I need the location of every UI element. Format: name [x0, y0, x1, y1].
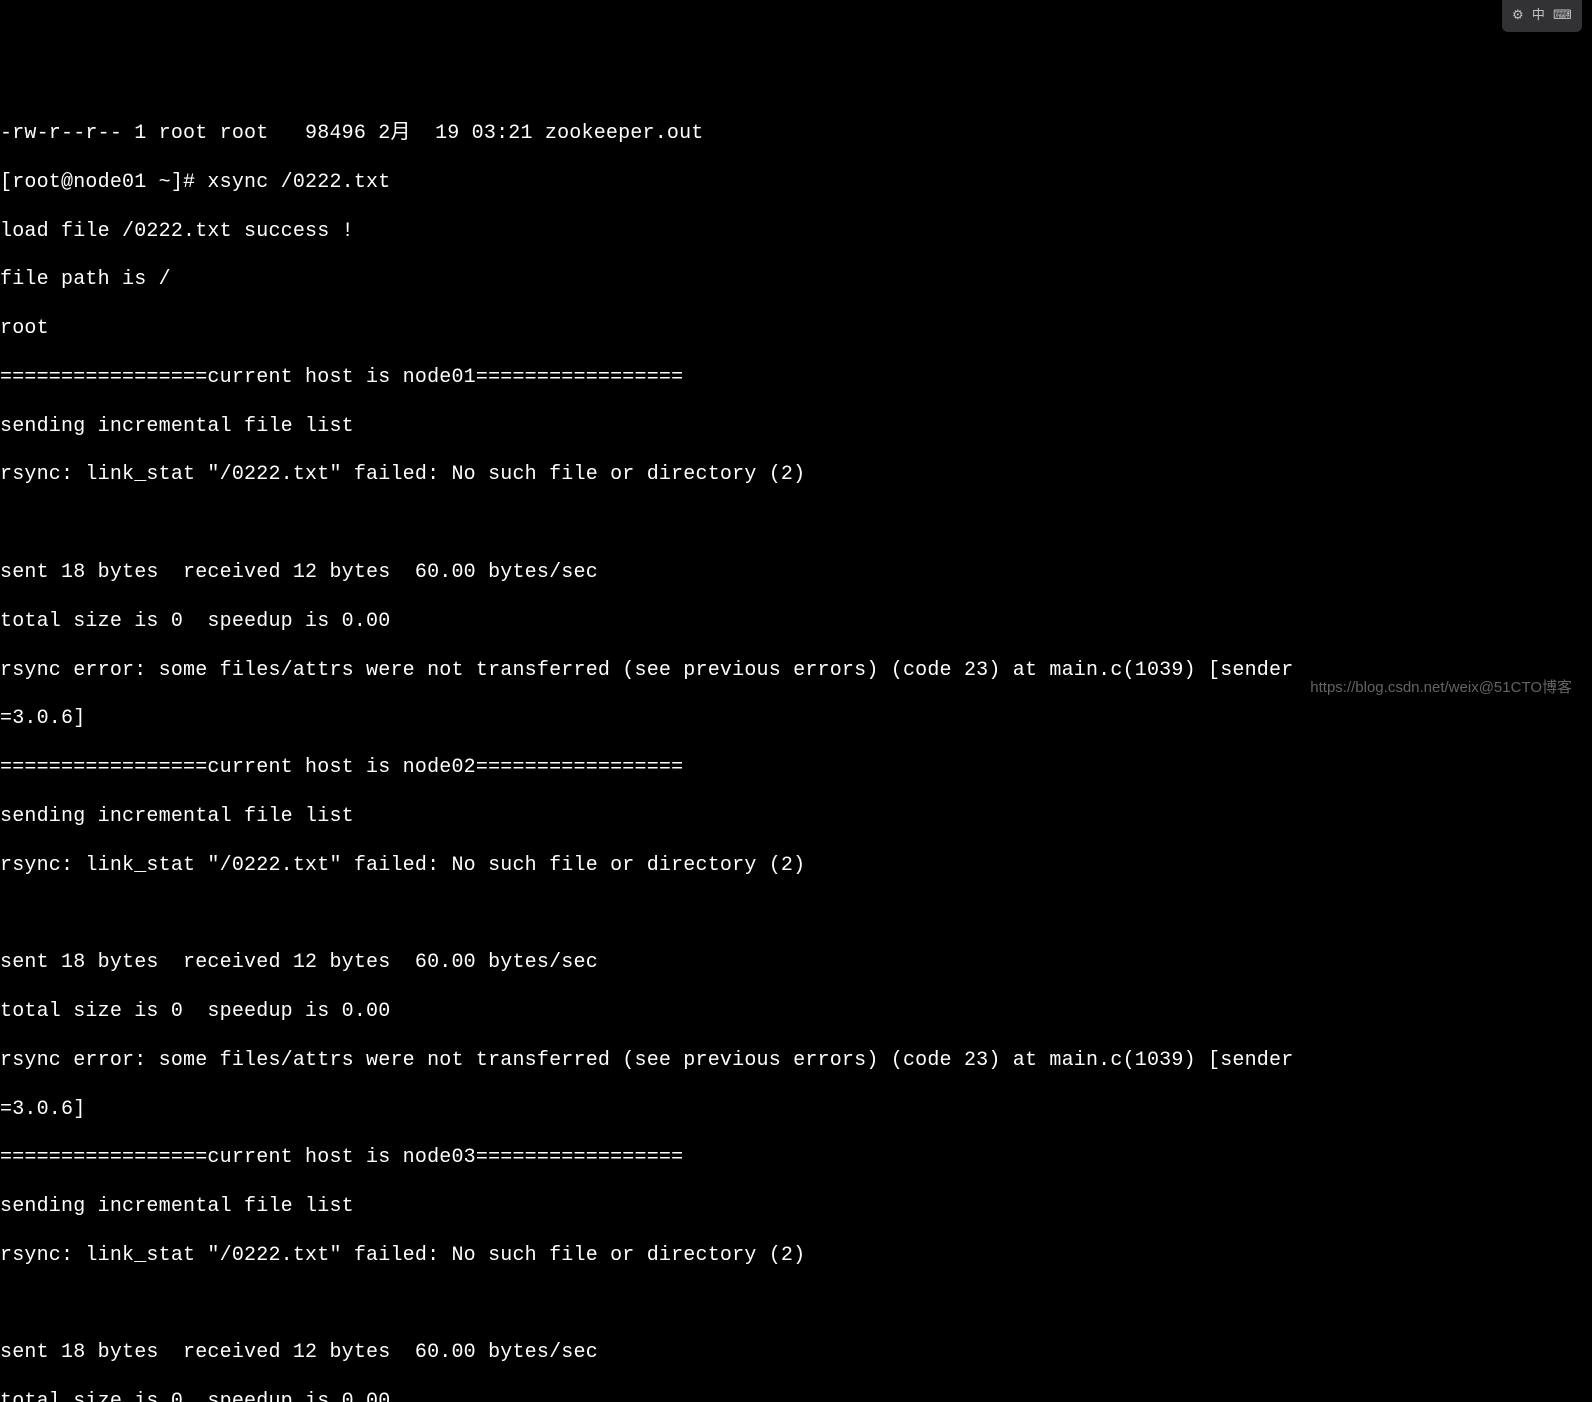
terminal-line: rsync: link_stat "/0222.txt" failed: No …	[0, 463, 1592, 487]
terminal-line: rsync error: some files/attrs were not t…	[0, 1049, 1592, 1073]
terminal-line: rsync: link_stat "/0222.txt" failed: No …	[0, 854, 1592, 878]
terminal-line: root	[0, 317, 1592, 341]
terminal-line: total size is 0 speedup is 0.00	[0, 1390, 1592, 1402]
terminal-line: -rw-r--r-- 1 root root 98496 2月 19 03:21…	[0, 122, 1592, 146]
terminal-line: sending incremental file list	[0, 415, 1592, 439]
terminal-line: =3.0.6]	[0, 707, 1592, 731]
terminal-line: file path is /	[0, 268, 1592, 292]
terminal-output[interactable]: -rw-r--r-- 1 root root 98496 2月 19 03:21…	[0, 98, 1592, 1402]
terminal-line: sent 18 bytes received 12 bytes 60.00 by…	[0, 561, 1592, 585]
terminal-line: total size is 0 speedup is 0.00	[0, 610, 1592, 634]
watermark-text: https://blog.csdn.net/weix@51CTO博客	[1310, 679, 1572, 697]
terminal-line: =================current host is node01=…	[0, 366, 1592, 390]
ime-toolbar[interactable]: ⚙ 中 ⌨	[1502, 0, 1582, 32]
terminal-line	[0, 902, 1592, 926]
terminal-line: rsync: link_stat "/0222.txt" failed: No …	[0, 1244, 1592, 1268]
terminal-line: sent 18 bytes received 12 bytes 60.00 by…	[0, 1341, 1592, 1365]
ime-keyboard-icon[interactable]: ⌨	[1553, 8, 1572, 24]
terminal-line: sending incremental file list	[0, 1195, 1592, 1219]
terminal-line: load file /0222.txt success !	[0, 220, 1592, 244]
terminal-line	[0, 1293, 1592, 1317]
terminal-line: =================current host is node03=…	[0, 1146, 1592, 1170]
terminal-line: sending incremental file list	[0, 805, 1592, 829]
ime-language-label[interactable]: 中	[1532, 8, 1545, 24]
terminal-line: [root@node01 ~]# xsync /0222.txt	[0, 171, 1592, 195]
terminal-line: =================current host is node02=…	[0, 756, 1592, 780]
ime-gear-icon[interactable]: ⚙	[1512, 8, 1524, 24]
terminal-line	[0, 512, 1592, 536]
terminal-line: total size is 0 speedup is 0.00	[0, 1000, 1592, 1024]
terminal-line: =3.0.6]	[0, 1098, 1592, 1122]
terminal-line: sent 18 bytes received 12 bytes 60.00 by…	[0, 951, 1592, 975]
